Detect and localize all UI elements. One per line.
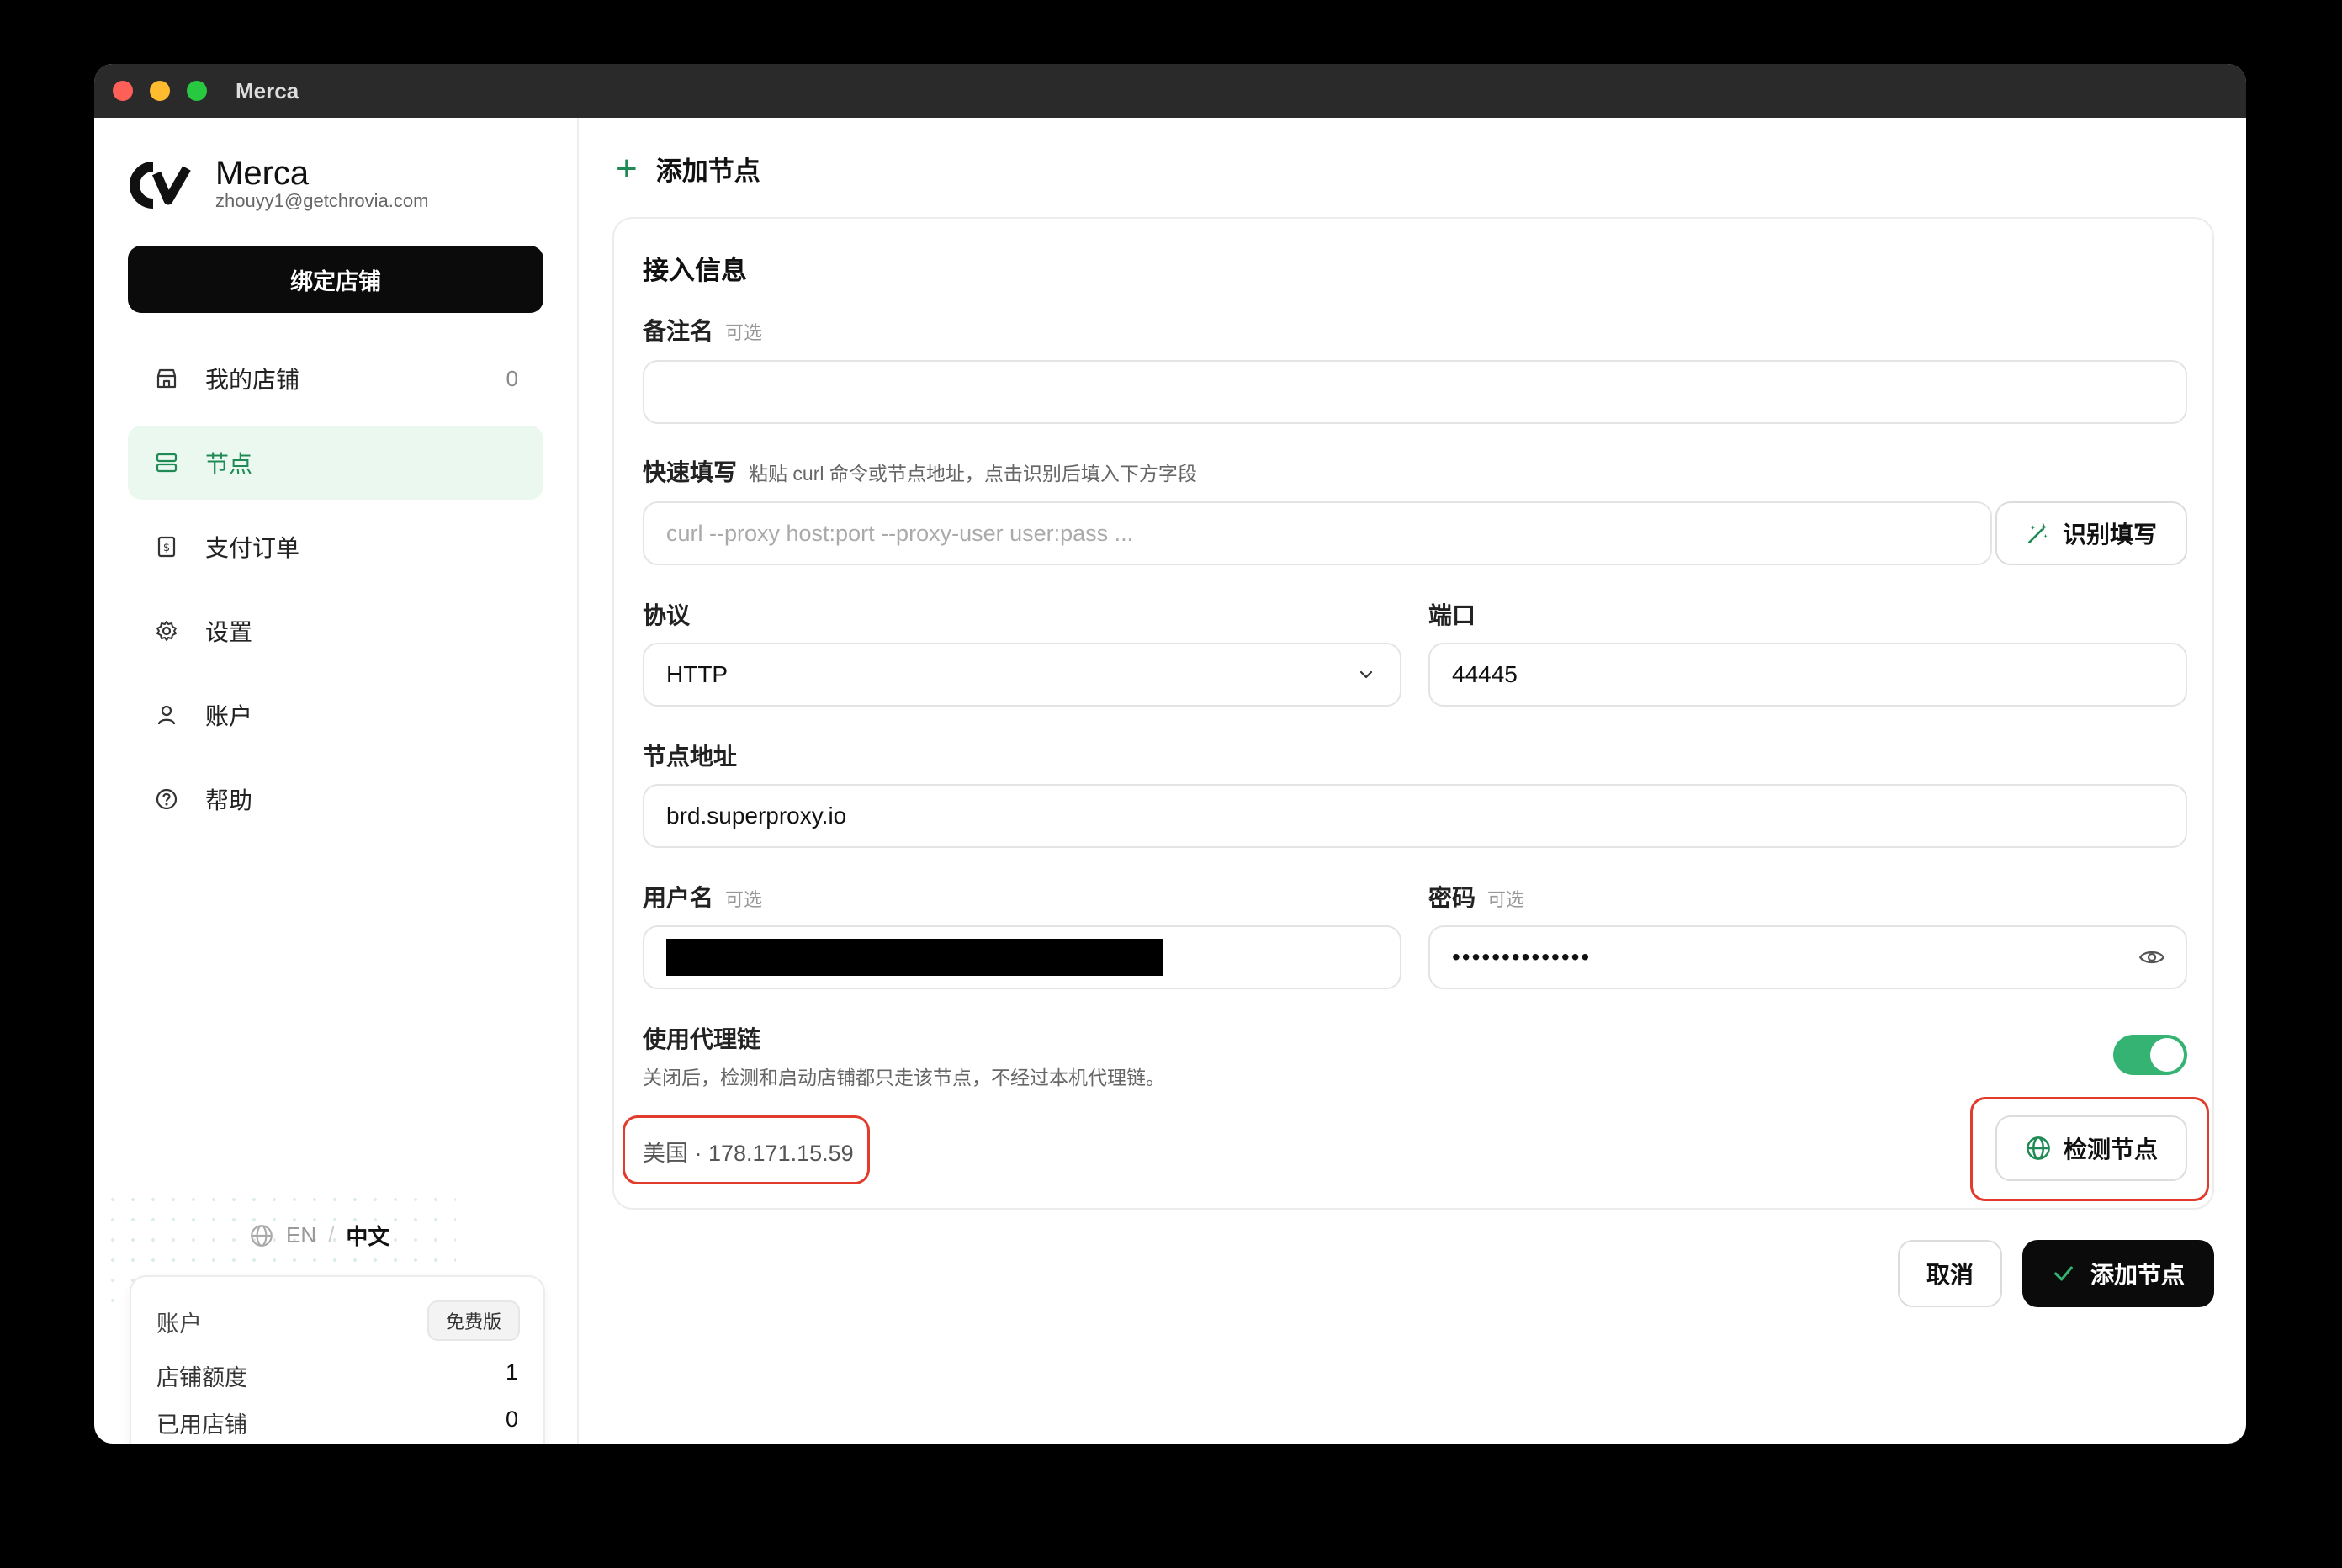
- store-count: 0: [506, 365, 518, 391]
- cancel-button[interactable]: 取消: [1898, 1240, 2002, 1307]
- field-label-text: 用户名: [643, 885, 714, 911]
- node-form-card: 接入信息 备注名 可选 快速填写 粘贴 curl 命令或节点地址，点击识别后填入下方…: [612, 217, 2214, 1210]
- plus-icon: +: [616, 147, 638, 189]
- optional-tag: 可选: [725, 322, 763, 343]
- receipt-icon: $: [157, 536, 176, 558]
- row-value: 1: [505, 1359, 518, 1385]
- optional-tag: 可选: [725, 889, 763, 910]
- sidebar: Merca zhouyy1@getchrovia.com 绑定店铺 我的店铺 0…: [94, 118, 579, 1444]
- sidebar-item-label: 节点: [205, 451, 253, 477]
- language-separator: /: [328, 1222, 335, 1248]
- password-label: 密码 可选: [1428, 880, 1524, 914]
- add-node-button[interactable]: 添加节点: [2022, 1240, 2214, 1307]
- store-icon: [156, 368, 177, 389]
- plan-badge: 免费版: [427, 1300, 520, 1341]
- app-window: Merca Merca zhouyy1@getchrovia.com 绑定店铺 …: [94, 64, 2246, 1444]
- sidebar-item-help[interactable]: 帮助: [128, 762, 543, 836]
- user-icon: [157, 705, 176, 725]
- language-option-zh[interactable]: 中文: [346, 1220, 389, 1251]
- button-label: 添加节点: [2090, 1262, 2185, 1288]
- chevron-down-icon: [1359, 670, 1373, 679]
- sidebar-item-label: 帮助: [205, 787, 253, 813]
- remark-input[interactable]: [643, 360, 2187, 424]
- row-label: 已用店铺: [156, 1412, 247, 1438]
- merca-logo-icon: [130, 162, 191, 209]
- magic-wand-icon: [2027, 523, 2048, 543]
- close-window-button[interactable]: [113, 81, 133, 101]
- sidebar-item-label: 我的店铺: [205, 367, 300, 393]
- globe-icon: [2027, 1136, 2050, 1160]
- sidebar-item-account[interactable]: 账户: [128, 678, 543, 752]
- recognize-fill-button[interactable]: 识别填写: [1995, 501, 2187, 565]
- password-masked-value: ••••••••••••••: [1452, 944, 1592, 970]
- server-icon: [156, 453, 178, 473]
- sidebar-item-settings[interactable]: 设置: [128, 594, 543, 668]
- username-label: 用户名 可选: [643, 880, 762, 914]
- address-label: 节点地址: [643, 744, 738, 770]
- geo-result-text: 美国 · 178.171.15.59: [643, 1141, 854, 1166]
- eye-icon[interactable]: [2138, 944, 2165, 971]
- svg-text:$: $: [163, 542, 170, 554]
- zoom-window-button[interactable]: [187, 81, 207, 101]
- protocol-value: HTTP: [666, 661, 729, 687]
- row-value: 0: [505, 1406, 518, 1432]
- proxy-chain-description: 关闭后，检测和启动店铺都只走该节点，不经过本机代理链。: [643, 1067, 1165, 1089]
- port-label: 端口: [1428, 602, 1476, 628]
- quick-fill-placeholder: curl --proxy host:port --proxy-user user…: [666, 520, 1134, 546]
- toggle-knob: [2150, 1038, 2184, 1072]
- quick-fill-input[interactable]: curl --proxy host:port --proxy-user user…: [643, 501, 1992, 565]
- page-title: 添加节点: [655, 156, 760, 186]
- account-card-title: 账户: [156, 1311, 202, 1337]
- gear-icon: [156, 621, 177, 641]
- used-stores-row: 已用店铺 0: [156, 1406, 518, 1439]
- protocol-label: 协议: [643, 602, 691, 628]
- remark-label: 备注名 可选: [643, 313, 762, 347]
- field-label-text: 密码: [1428, 885, 1476, 911]
- button-label: 检测节点: [2063, 1136, 2158, 1163]
- password-input[interactable]: ••••••••••••••: [1428, 925, 2187, 989]
- account-summary-card: 账户 免费版 店铺额度 1 已用店铺 0: [130, 1275, 545, 1444]
- bind-store-button[interactable]: 绑定店铺: [128, 246, 543, 313]
- detect-node-button[interactable]: 检测节点: [1995, 1115, 2187, 1181]
- page-header: + 添加节点: [616, 150, 760, 188]
- address-input[interactable]: brd.superproxy.io: [643, 784, 2187, 848]
- redacted-username: [666, 939, 1163, 976]
- main-content: + 添加节点 接入信息 备注名 可选 快速填写 粘贴 curl 命令或节点地址，点击…: [579, 118, 2246, 1444]
- proxy-chain-toggle[interactable]: [2113, 1035, 2187, 1075]
- quick-fill-label: 快速填写 粘贴 curl 命令或节点地址，点击识别后填入下方字段: [643, 454, 1197, 488]
- quick-fill-hint: 粘贴 curl 命令或节点地址，点击识别后填入下方字段: [749, 463, 1197, 485]
- sidebar-item-nodes[interactable]: 节点: [128, 426, 543, 500]
- sidebar-item-label: 账户: [205, 703, 253, 729]
- minimize-window-button[interactable]: [150, 81, 170, 101]
- field-label-text: 快速填写: [643, 459, 738, 485]
- window-title: Merca: [236, 78, 299, 103]
- protocol-select[interactable]: HTTP: [643, 643, 1401, 707]
- optional-tag: 可选: [1487, 889, 1525, 910]
- port-input[interactable]: 44445: [1428, 643, 2187, 707]
- sidebar-item-label: 设置: [205, 619, 253, 645]
- language-switcher: EN / 中文: [249, 1220, 389, 1251]
- user-email: zhouyy1@getchrovia.com: [215, 190, 429, 211]
- row-label: 店铺额度: [156, 1365, 247, 1391]
- brand-name: Merca: [215, 155, 310, 192]
- sidebar-item-label: 支付订单: [205, 535, 300, 561]
- help-circle-icon: [156, 788, 178, 810]
- store-quota-row: 店铺额度 1: [156, 1359, 518, 1392]
- sidebar-item-payment-orders[interactable]: $ 支付订单: [128, 510, 543, 584]
- language-option-en[interactable]: EN: [286, 1222, 316, 1248]
- section-title: 接入信息: [643, 256, 747, 285]
- check-icon: [2054, 1266, 2073, 1281]
- proxy-chain-label: 使用代理链: [643, 1026, 761, 1052]
- sidebar-item-my-stores[interactable]: 我的店铺 0: [128, 342, 543, 416]
- button-label: 识别填写: [2062, 522, 2157, 548]
- username-input[interactable]: [643, 925, 1401, 989]
- title-bar: Merca: [94, 64, 2246, 118]
- globe-icon: [251, 1224, 273, 1247]
- field-label-text: 备注名: [643, 318, 714, 344]
